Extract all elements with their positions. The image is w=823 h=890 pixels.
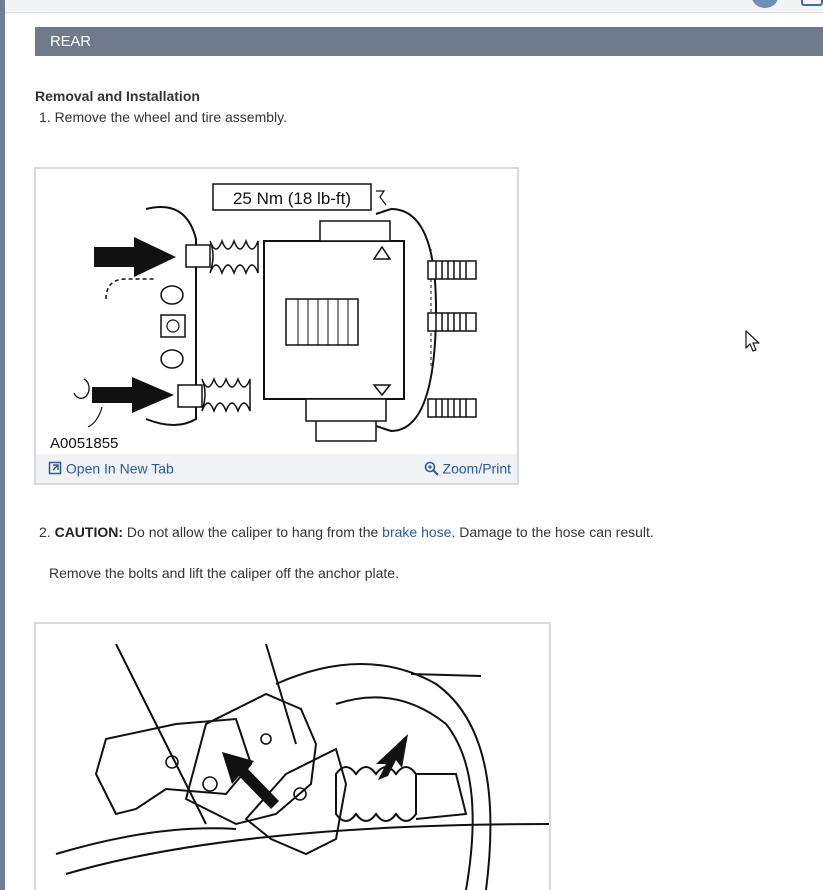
brake-hose-link[interactable]: brake hose bbox=[382, 524, 451, 540]
open-in-new-tab-label: Open In New Tab bbox=[65, 460, 174, 477]
tray-icon[interactable] bbox=[801, 0, 823, 6]
caliper-removal-illustration bbox=[55, 643, 549, 890]
figure-id-label: A0051855 bbox=[50, 435, 118, 452]
open-in-new-tab-icon bbox=[48, 462, 62, 475]
top-toolbar bbox=[5, 0, 823, 13]
caution-text-after: . Damage to the hose can result. bbox=[451, 524, 654, 540]
page-subheading: Removal and Installation bbox=[35, 88, 200, 104]
open-in-new-tab-link[interactable]: Open In New Tab bbox=[48, 459, 174, 476]
torque-label: 25 Nm (18 lb-ft) bbox=[233, 189, 351, 208]
figure-caliper-removal bbox=[34, 622, 551, 890]
step-2-text: 2. CAUTION: Do not allow the caliper to … bbox=[39, 524, 654, 540]
caution-text-before: Do not allow the caliper to hang from th… bbox=[126, 524, 379, 540]
zoom-icon bbox=[424, 461, 439, 476]
figure-caliper-torque: 25 Nm (18 lb-ft) A0051855 Open In New Ta… bbox=[34, 167, 519, 485]
step-1-text: 1. Remove the wheel and tire assembly. bbox=[39, 109, 287, 125]
section-header-rear: REAR bbox=[35, 27, 823, 56]
step-2-number: 2. bbox=[39, 524, 51, 540]
figure-1-footer: Open In New Tab Zoom/Print bbox=[36, 454, 517, 483]
step-2-remove-text: Remove the bolts and lift the caliper of… bbox=[49, 565, 399, 581]
window-edge bbox=[0, 0, 5, 890]
zoom-print-link[interactable]: Zoom/Print bbox=[424, 459, 511, 476]
mouse-cursor-icon bbox=[745, 330, 760, 352]
caliper-illustration: 25 Nm (18 lb-ft) A0051855 bbox=[50, 183, 477, 452]
caution-label: CAUTION: bbox=[54, 524, 124, 540]
zoom-print-label: Zoom/Print bbox=[442, 460, 511, 477]
